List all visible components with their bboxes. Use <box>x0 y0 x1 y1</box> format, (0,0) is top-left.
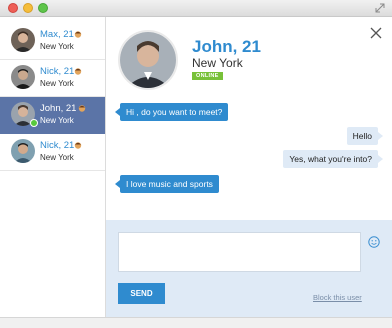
profile-name: John, 21 <box>192 37 261 56</box>
chat-panel: John, 21 New York ONLINE Hi , do you wan… <box>106 17 392 317</box>
close-window-button[interactable] <box>8 3 18 13</box>
contact-item-nick[interactable]: Nick, 21 New York <box>0 60 105 97</box>
window-bottom-bar <box>0 317 392 328</box>
profile-avatar <box>118 30 178 90</box>
window-titlebar <box>0 0 392 17</box>
fullscreen-icon[interactable] <box>375 3 385 13</box>
avatar <box>11 65 35 89</box>
user-status-icon <box>78 105 86 112</box>
send-button[interactable]: SEND <box>118 283 165 304</box>
user-status-icon <box>74 68 82 75</box>
block-user-link[interactable]: Block this user <box>313 293 362 302</box>
minimize-window-button[interactable] <box>23 3 33 13</box>
contact-city: New York <box>40 42 74 51</box>
online-indicator-icon <box>30 119 38 127</box>
avatar <box>11 28 35 52</box>
contact-city: New York <box>40 153 74 162</box>
message-outgoing: Hello <box>346 127 384 145</box>
contact-city: New York <box>40 116 74 125</box>
contact-name: Nick, 21 <box>40 66 75 77</box>
smiley-icon[interactable] <box>368 236 380 248</box>
message-incoming: I love music and sports <box>115 175 219 193</box>
contact-list: Max, 21 New York Nick, 21 New York John,… <box>0 17 106 317</box>
message-input[interactable] <box>118 232 361 272</box>
message-incoming: Hi , do you want to meet? <box>114 103 229 121</box>
contact-name: Max, 21 <box>40 29 74 40</box>
contact-name: Nick, 21 <box>40 140 75 151</box>
zoom-window-button[interactable] <box>38 3 48 13</box>
user-status-icon <box>74 31 82 38</box>
close-icon[interactable] <box>370 27 382 39</box>
compose-area: SEND Block this user <box>106 220 392 317</box>
contact-city: New York <box>40 79 74 88</box>
avatar <box>11 139 35 163</box>
contact-item-nick-2[interactable]: Nick, 21 New York <box>0 134 105 171</box>
contact-item-john[interactable]: John, 21 New York <box>0 97 105 134</box>
profile-city: New York <box>192 56 243 70</box>
user-status-icon <box>74 142 82 149</box>
status-badge: ONLINE <box>192 72 223 80</box>
contact-item-max[interactable]: Max, 21 New York <box>0 23 105 60</box>
message-outgoing: Yes, what you're into? <box>283 150 383 168</box>
contact-name: John, 21 <box>40 103 77 114</box>
